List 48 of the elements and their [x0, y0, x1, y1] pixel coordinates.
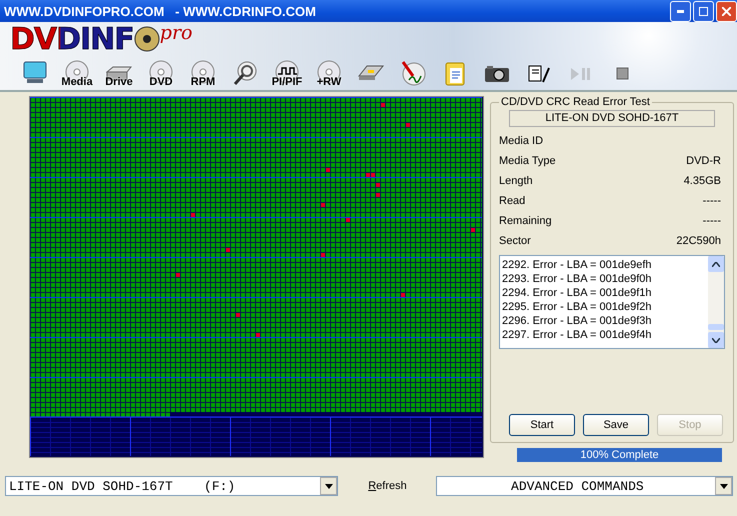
log-line: 2294. Error - LBA = 001de9f1h — [502, 286, 653, 300]
info-value: 4.35GB — [684, 175, 721, 187]
info-value: 22C590h — [676, 235, 721, 247]
disc-icon — [134, 26, 160, 52]
log-line: 2295. Error - LBA = 001de9f2h — [502, 300, 653, 314]
toolbar-button[interactable]: RPM — [184, 58, 222, 88]
group-title: CD/DVD CRC Read Error Test — [500, 96, 651, 108]
log-line: 2293. Error - LBA = 001de9f0h — [502, 272, 653, 286]
info-value: ----- — [702, 215, 721, 227]
toolbar-button[interactable]: Media — [58, 58, 96, 88]
caret-icon — [324, 484, 333, 488]
info-label: Media ID — [499, 135, 544, 147]
maximize-icon — [699, 6, 708, 16]
scroll-thumb[interactable] — [708, 324, 724, 330]
toolbar-button[interactable]: DVD — [142, 58, 180, 88]
toolbar-button[interactable]: +RW — [310, 58, 348, 88]
progress-label: 100% Complete — [579, 448, 660, 462]
info-label: Length — [499, 175, 533, 187]
minimize-icon — [677, 10, 684, 12]
commands-dropdown[interactable]: ADVANCED COMMANDS — [436, 476, 733, 496]
log-line: 2292. Error - LBA = 001de9efh — [502, 258, 653, 272]
scrollbar[interactable] — [708, 256, 724, 348]
info-label: Sector — [499, 235, 531, 247]
info-label: Remaining — [499, 215, 552, 227]
info-label: Read — [499, 195, 526, 207]
action-button[interactable]: Start — [509, 414, 575, 436]
maximize-button[interactable] — [693, 0, 714, 22]
disc-pen-icon — [399, 60, 427, 86]
logo-suffix: pro — [160, 22, 192, 44]
info-value: DVD-R — [686, 155, 721, 167]
log-line: 2296. Error - LBA = 001de9f3h — [502, 314, 653, 328]
info-label: Media Type — [499, 155, 556, 167]
monitor-icon — [21, 60, 49, 86]
close-icon — [722, 6, 731, 16]
drive-dropdown[interactable]: LITE-ON DVD SOHD-167T (F:) — [5, 476, 338, 496]
drive-name: LITE-ON DVD SOHD-167T — [509, 110, 715, 127]
search-icon — [231, 60, 259, 86]
toolbar-button[interactable]: PI/PIF — [268, 58, 306, 88]
window-title: WWW.DVDINFOPRO.COM - WWW.CDRINFO.COM — [4, 4, 316, 18]
caret-icon — [720, 484, 728, 488]
log-line: 2297. Error - LBA = 001de9f4h — [502, 328, 653, 342]
close-button[interactable] — [716, 0, 737, 22]
refresh-button[interactable]: Refresh — [368, 480, 407, 492]
scroll-down-icon — [712, 338, 720, 342]
scroll-up-icon — [712, 262, 720, 266]
action-button[interactable]: Save — [583, 414, 649, 436]
info-value: ----- — [702, 195, 721, 207]
minimize-button[interactable] — [670, 0, 691, 22]
